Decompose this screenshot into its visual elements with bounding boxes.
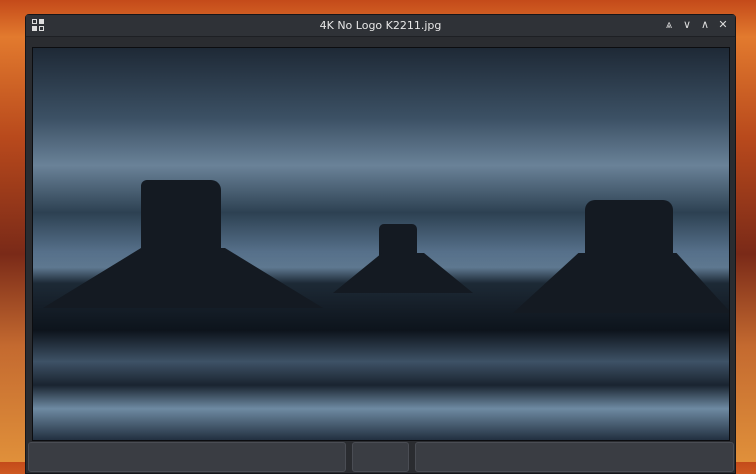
window-title: 4K No Logo K2211.jpg — [319, 19, 442, 32]
base-left — [43, 248, 323, 308]
butte-middle — [379, 224, 417, 258]
toolbar-right-button[interactable] — [415, 442, 734, 472]
butte-left — [141, 180, 221, 255]
toolbar-center-button[interactable] — [352, 442, 409, 472]
keep-above-icon[interactable]: ⩓ — [663, 18, 675, 32]
maximize-icon[interactable]: ∧ — [699, 18, 711, 32]
app-menu-icon[interactable] — [32, 19, 44, 31]
base-middle — [333, 253, 473, 293]
toolbar-left-button[interactable] — [28, 442, 346, 472]
image-viewer-window: 4K No Logo K2211.jpg ⩓ ∨ ∧ ✕ — [25, 14, 736, 474]
butte-right — [585, 200, 673, 260]
minimize-icon[interactable]: ∨ — [681, 18, 693, 32]
title-bar[interactable]: 4K No Logo K2211.jpg ⩓ ∨ ∧ ✕ — [26, 15, 735, 37]
image-display[interactable] — [32, 47, 730, 441]
base-right — [513, 253, 729, 313]
close-icon[interactable]: ✕ — [717, 18, 729, 32]
